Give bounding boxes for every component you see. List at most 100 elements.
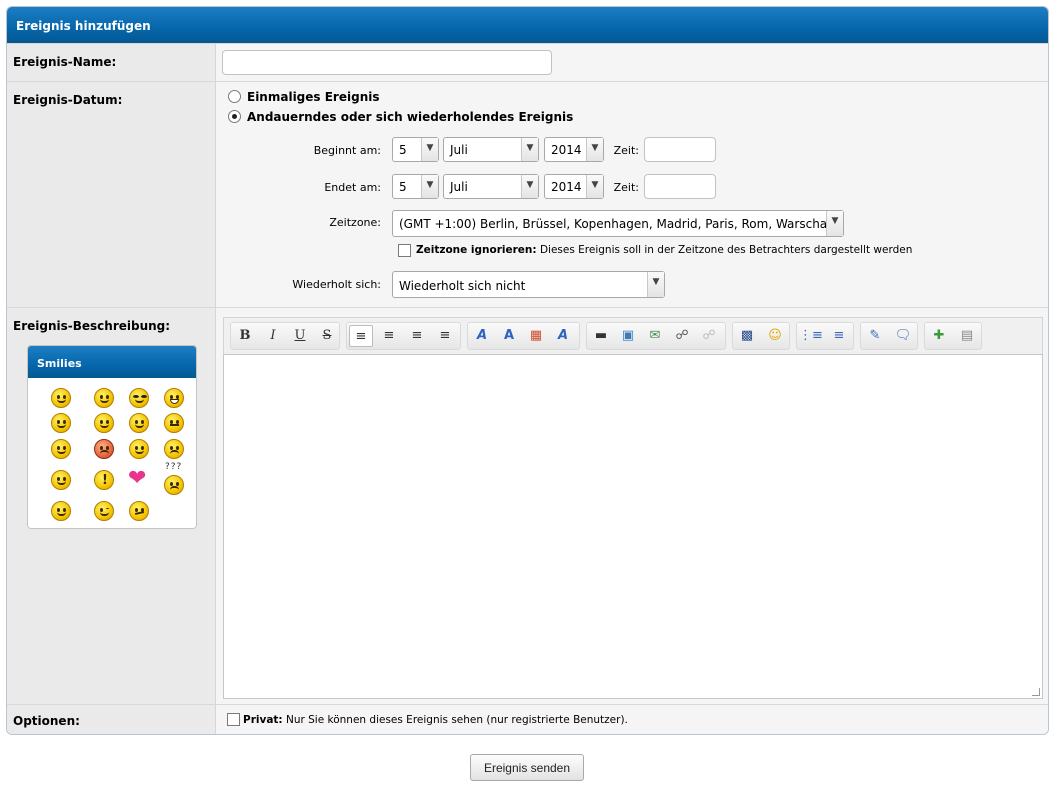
strikethrough-button[interactable]: S	[315, 325, 339, 347]
end-day-select[interactable]: 5 ▼	[392, 174, 439, 199]
remove-format-icon[interactable]: A	[551, 325, 575, 347]
insert-image-icon[interactable]: ▣	[616, 325, 640, 347]
event-name-row: Ereignis-Name:	[7, 43, 1048, 81]
options-row: Optionen: Privat: Nur Sie können dieses …	[7, 704, 1048, 734]
smiley-angel-icon[interactable]	[51, 439, 71, 459]
font-group: A A ▦ A	[467, 322, 580, 350]
font-size-icon[interactable]: A	[497, 325, 521, 347]
smiley-wink-icon[interactable]	[94, 501, 114, 521]
single-event-label: Einmaliges Ereignis	[247, 90, 380, 104]
description-row: Ereignis-Beschreibung: Smilies ! ❤ ??? B…	[7, 307, 1048, 704]
panel-title: Ereignis hinzufügen	[7, 7, 1048, 43]
numbered-list-icon[interactable]: ≡	[827, 325, 851, 347]
insert-smiley-icon[interactable]: ☺	[763, 325, 787, 347]
recurring-event-radio[interactable]	[228, 110, 241, 123]
question-marks-icon: ???	[165, 462, 183, 472]
smilies-title: Smilies	[28, 346, 196, 378]
align-right-icon[interactable]: ≡	[405, 325, 429, 347]
smiley-cool-icon[interactable]	[129, 388, 149, 408]
recurring-event-label: Andauerndes oder sich wiederholendes Ere…	[247, 110, 574, 124]
insert-video-icon[interactable]: ▩	[735, 325, 759, 347]
ignore-timezone-checkbox[interactable]	[398, 244, 411, 257]
maximize-icon[interactable]: ✚	[927, 325, 951, 347]
smiley-smile-icon[interactable]	[51, 388, 71, 408]
chevron-down-icon: ▼	[586, 138, 603, 161]
begin-month-select[interactable]: Juli ▼	[443, 137, 539, 162]
event-date-label: Ereignis-Datum:	[7, 82, 216, 307]
smiley-laugh-icon[interactable]	[94, 413, 114, 433]
private-label: Privat:	[243, 714, 283, 726]
insert-quote-icon[interactable]: 🗨	[891, 325, 915, 347]
align-group: ≡ ≡ ≡ ≡	[346, 322, 461, 350]
private-checkbox[interactable]	[227, 713, 240, 726]
submit-event-button[interactable]: Ereignis senden	[470, 754, 584, 781]
editor-toolbar: B I U S ≡ ≡ ≡ ≡ A A ▦ A ▬ ▣ ✉ ☍ ☍ ▩ ☺ ⋮≡…	[223, 317, 1043, 354]
chevron-down-icon: ▼	[647, 272, 664, 297]
options-label: Optionen:	[7, 705, 216, 734]
format-group: B I U S	[230, 322, 340, 350]
begin-time-input[interactable]	[644, 137, 716, 162]
chevron-down-icon: ▼	[586, 175, 603, 198]
media-group: ▩ ☺	[732, 322, 790, 350]
font-family-icon[interactable]: A	[470, 325, 494, 347]
insert-email-icon[interactable]: ✉	[643, 325, 667, 347]
resize-handle[interactable]	[1032, 688, 1040, 696]
begins-label: Beginnt am:	[313, 144, 381, 157]
smiley-question-icon[interactable]	[164, 475, 184, 495]
smiley-skeptical-icon[interactable]	[129, 501, 149, 521]
bullet-list-icon[interactable]: ⋮≡	[799, 325, 823, 347]
smiley-smug-icon[interactable]	[51, 470, 71, 490]
end-month-select[interactable]: Juli ▼	[443, 174, 539, 199]
smilies-panel: Smilies ! ❤ ???	[27, 345, 197, 529]
chevron-down-icon: ▼	[521, 175, 538, 198]
timezone-select[interactable]: (GMT +1:00) Berlin, Brüssel, Kopenhagen,…	[392, 210, 844, 237]
smiley-happy-icon[interactable]	[94, 388, 114, 408]
chevron-down-icon: ▼	[826, 211, 843, 236]
smiley-idea-icon[interactable]	[51, 501, 71, 521]
event-name-label: Ereignis-Name:	[7, 44, 216, 81]
begin-time-label: Zeit:	[613, 144, 639, 157]
event-name-input[interactable]	[222, 50, 552, 75]
chevron-down-icon: ▼	[521, 138, 538, 161]
single-event-radio[interactable]	[228, 90, 241, 103]
smiley-grin-icon[interactable]	[164, 388, 184, 408]
ignore-timezone-label: Zeitzone ignorieren:	[416, 244, 537, 256]
event-date-row: Ereignis-Datum: Einmaliges Ereignis Anda…	[7, 81, 1048, 307]
chevron-down-icon: ▼	[421, 175, 438, 198]
insert-group: ▬ ▣ ✉ ☍ ☍	[586, 322, 726, 350]
smiley-roll-eyes-icon[interactable]	[129, 413, 149, 433]
bold-button[interactable]: B	[233, 325, 257, 347]
smiley-sad-icon[interactable]	[164, 439, 184, 459]
insert-code-icon[interactable]: ✎	[863, 325, 887, 347]
unlink-icon[interactable]: ☍	[697, 325, 721, 347]
source-view-icon[interactable]: ▤	[955, 325, 979, 347]
end-time-label: Zeit:	[613, 181, 639, 194]
private-hint: Nur Sie können dieses Ereignis sehen (nu…	[285, 714, 628, 726]
end-year-select[interactable]: 2014 ▼	[544, 174, 604, 199]
begin-year-select[interactable]: 2014 ▼	[544, 137, 604, 162]
description-editor[interactable]	[223, 354, 1043, 699]
end-time-input[interactable]	[644, 174, 716, 199]
underline-button[interactable]: U	[288, 325, 312, 347]
heart-icon[interactable]: ❤	[128, 468, 146, 490]
align-justify-icon[interactable]: ≡	[433, 325, 457, 347]
smiley-neutral-icon[interactable]	[164, 413, 184, 433]
list-group: ⋮≡ ≡	[796, 322, 854, 350]
repeats-select[interactable]: Wiederholt sich nicht ▼	[392, 271, 665, 298]
begin-day-select[interactable]: 5 ▼	[392, 137, 439, 162]
font-color-icon[interactable]: ▦	[524, 325, 548, 347]
italic-button[interactable]: I	[261, 325, 285, 347]
description-label: Ereignis-Beschreibung: Smilies ! ❤ ???	[7, 308, 216, 704]
smiley-exclamation-icon[interactable]: !	[94, 470, 114, 490]
timezone-label: Zeitzone:	[329, 216, 381, 229]
smiley-tongue-icon[interactable]	[51, 413, 71, 433]
smiley-confused-icon[interactable]	[129, 439, 149, 459]
smiley-angry-icon[interactable]	[94, 439, 114, 459]
horizontal-rule-icon[interactable]: ▬	[589, 325, 613, 347]
align-center-icon[interactable]: ≡	[377, 325, 401, 347]
align-left-icon[interactable]: ≡	[349, 325, 373, 347]
add-event-panel: Ereignis hinzufügen Ereignis-Name: Ereig…	[6, 6, 1049, 735]
ends-label: Endet am:	[324, 181, 381, 194]
repeats-label: Wiederholt sich:	[292, 278, 381, 291]
insert-link-icon[interactable]: ☍	[670, 325, 694, 347]
